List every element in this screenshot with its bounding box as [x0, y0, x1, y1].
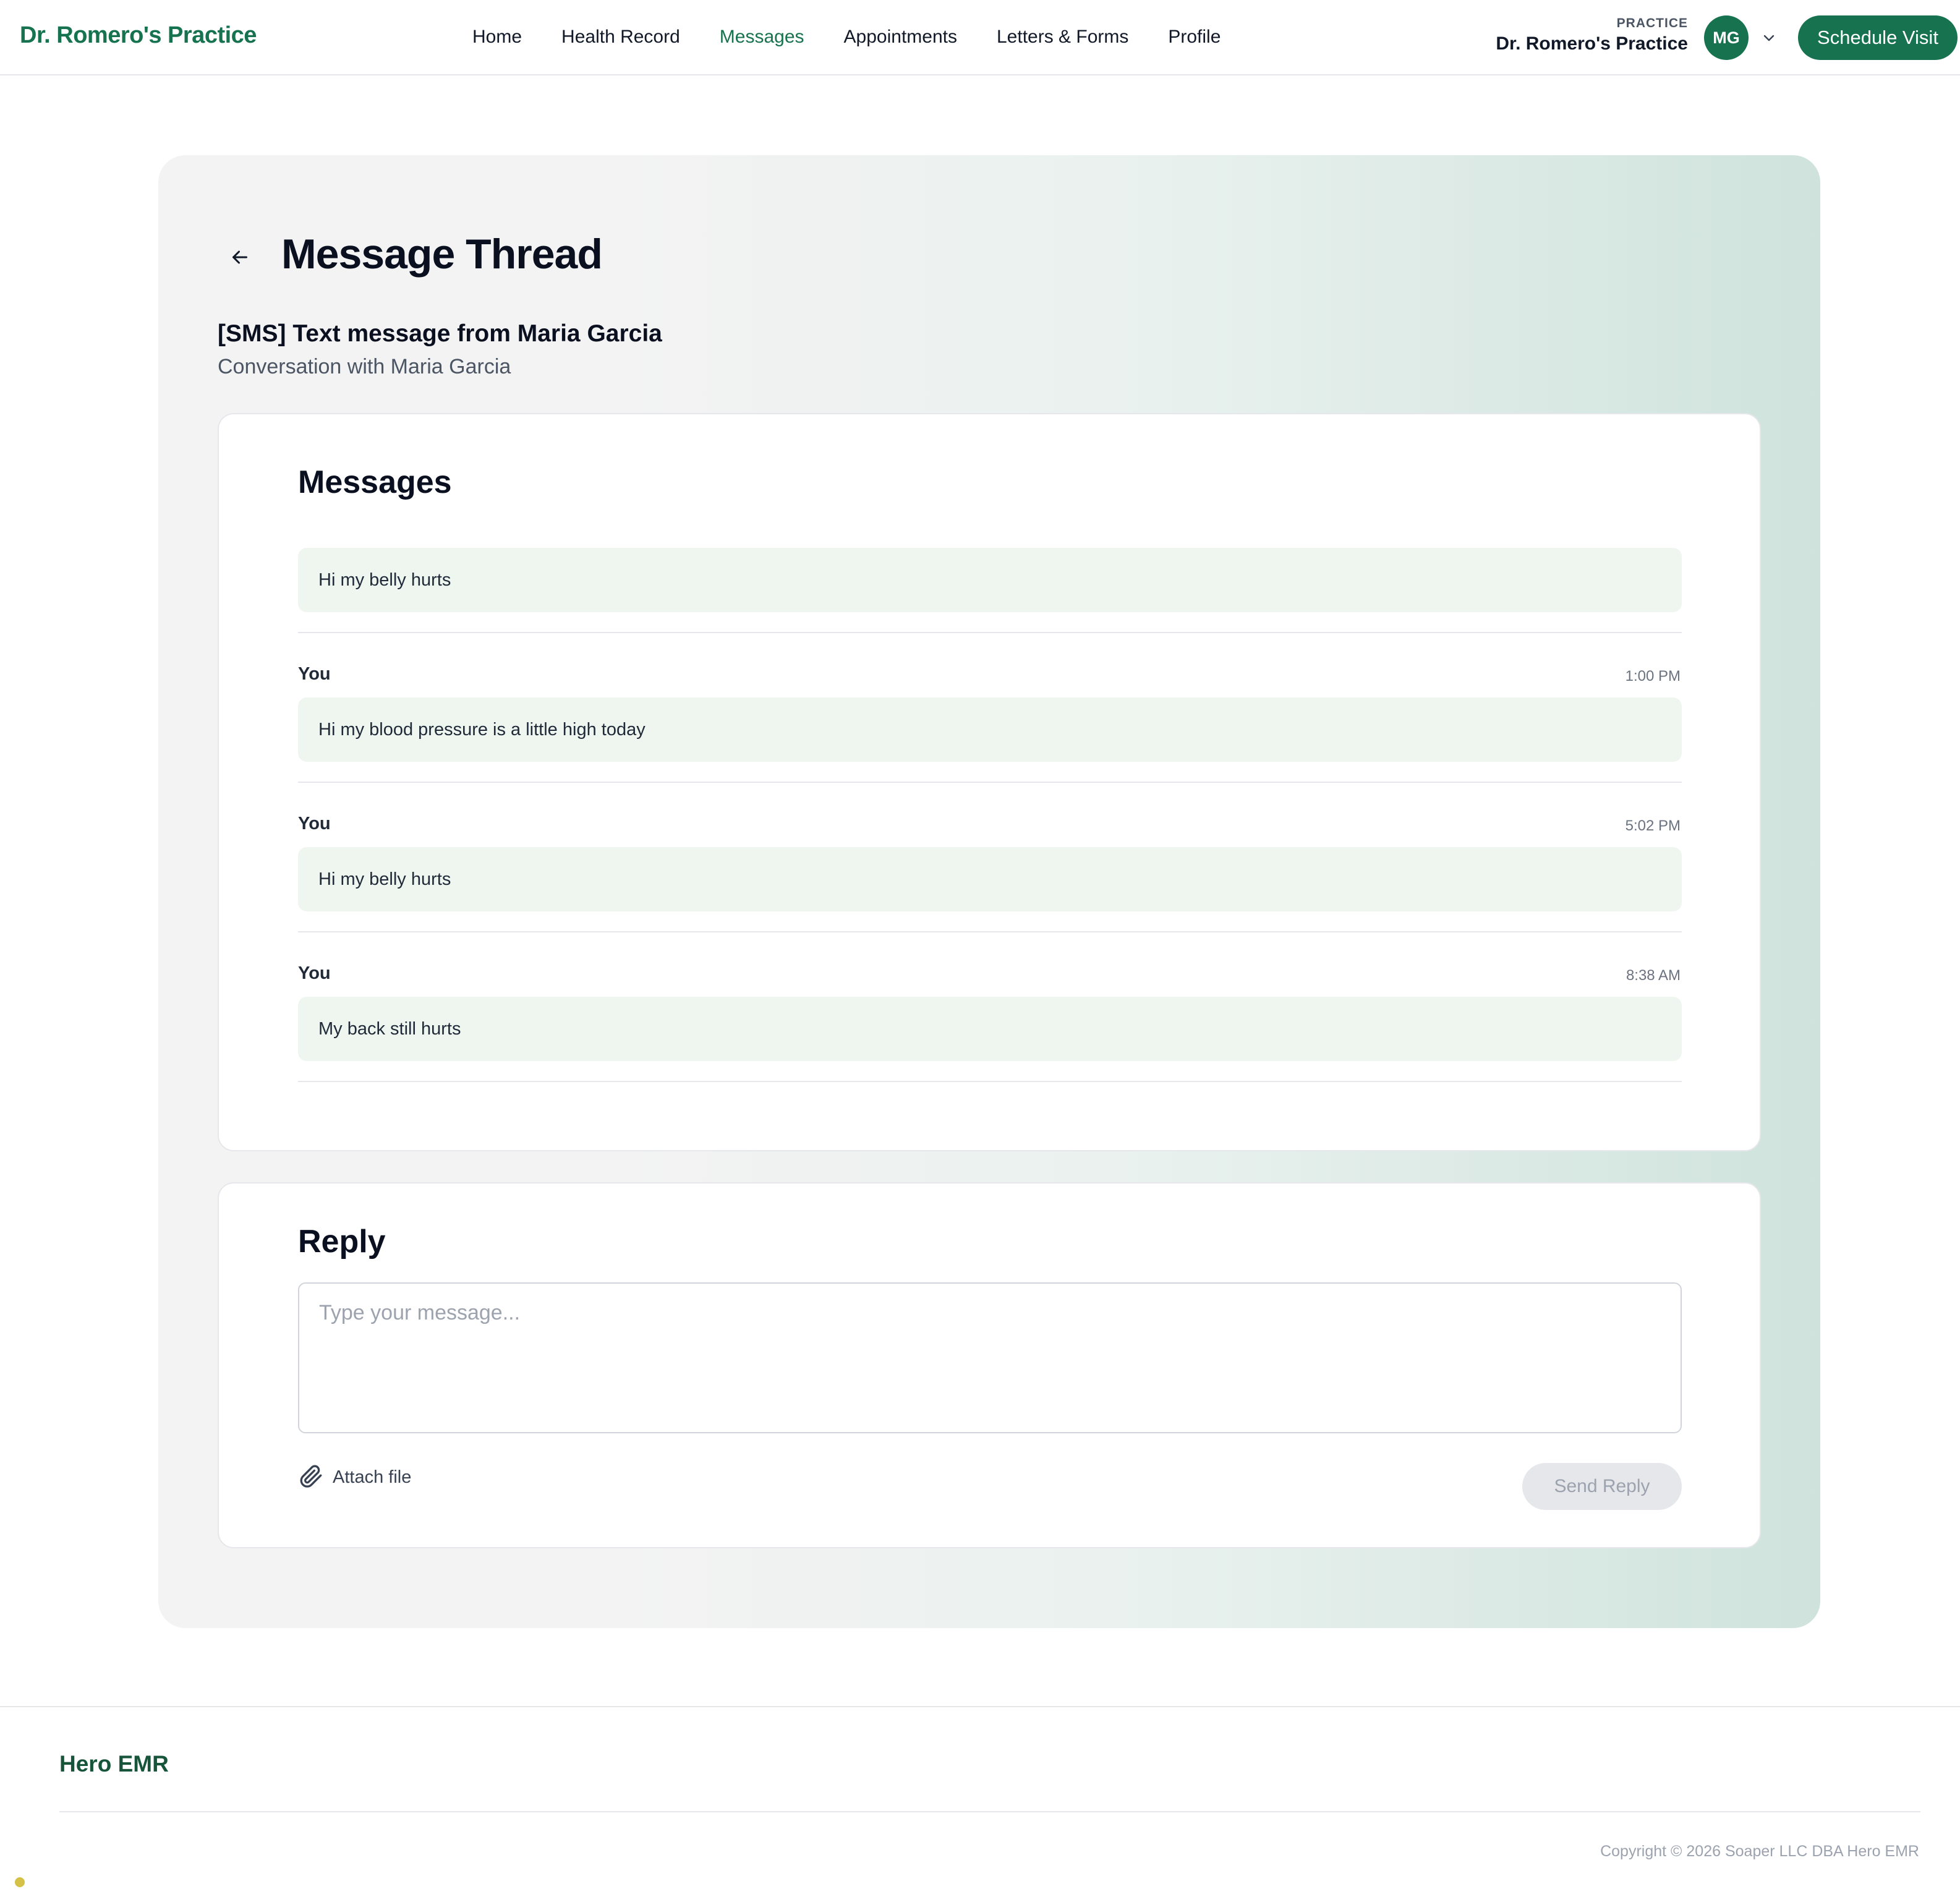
chevron-down-icon[interactable] — [1760, 28, 1778, 47]
nav-item-messages[interactable]: Messages — [720, 27, 804, 48]
status-dot-icon — [15, 1877, 25, 1887]
send-reply-button[interactable]: Send Reply — [1522, 1463, 1682, 1510]
messages-card: Messages Hi my belly hurts You 1:00 PM H… — [218, 413, 1761, 1151]
page-title: Message Thread — [281, 231, 603, 278]
thread-subject: [SMS] Text message from Maria Garcia — [218, 320, 662, 347]
message-time: 5:02 PM — [1625, 817, 1681, 834]
practice-switcher: PRACTICE Dr. Romero's Practice — [1496, 16, 1688, 54]
attach-file-label: Attach file — [333, 1467, 412, 1487]
top-navigation-bar: Dr. Romero's Practice Home Health Record… — [0, 0, 1960, 75]
footer-brand: Hero EMR — [59, 1751, 169, 1776]
footer-divider-top — [0, 1706, 1960, 1707]
footer-divider — [59, 1811, 1920, 1812]
practice-name: Dr. Romero's Practice — [1496, 33, 1688, 54]
thread-subtitle: Conversation with Maria Garcia — [218, 355, 511, 378]
message-divider — [298, 782, 1682, 783]
user-avatar[interactable]: MG — [1704, 15, 1749, 60]
paperclip-icon — [298, 1463, 324, 1492]
nav-item-home[interactable]: Home — [472, 27, 522, 48]
messages-heading: Messages — [298, 464, 452, 500]
practice-label: PRACTICE — [1616, 16, 1688, 30]
arrow-left-icon[interactable] — [225, 242, 255, 272]
message-bubble: Hi my blood pressure is a little high to… — [298, 697, 1682, 762]
message-divider — [298, 1081, 1682, 1082]
nav-item-letters-forms[interactable]: Letters & Forms — [997, 27, 1128, 48]
message-bubble: My back still hurts — [298, 997, 1682, 1061]
message-sender: You — [298, 664, 331, 684]
message-time: 1:00 PM — [1625, 668, 1681, 684]
main-nav: Home Health Record Messages Appointments… — [472, 0, 1260, 74]
message-divider — [298, 931, 1682, 932]
nav-item-appointments[interactable]: Appointments — [844, 27, 957, 48]
attach-file-button[interactable]: Attach file — [298, 1463, 411, 1492]
nav-item-profile[interactable]: Profile — [1168, 27, 1221, 48]
reply-message-input[interactable] — [298, 1282, 1682, 1433]
schedule-visit-button[interactable]: Schedule Visit — [1798, 15, 1958, 60]
copyright-text: Copyright © 2026 Soaper LLC DBA Hero EMR — [1600, 1843, 1919, 1860]
message-divider — [298, 632, 1682, 633]
message-sender: You — [298, 963, 331, 983]
message-bubble: Hi my belly hurts — [298, 847, 1682, 911]
reply-heading: Reply — [298, 1224, 386, 1260]
message-bubble: Hi my belly hurts — [298, 548, 1682, 612]
practice-brand-logo[interactable]: Dr. Romero's Practice — [20, 22, 257, 49]
reply-card: Reply Attach file Send Reply — [218, 1182, 1761, 1548]
message-time: 8:38 AM — [1626, 967, 1681, 984]
nav-item-health-record[interactable]: Health Record — [561, 27, 680, 48]
message-sender: You — [298, 814, 331, 834]
